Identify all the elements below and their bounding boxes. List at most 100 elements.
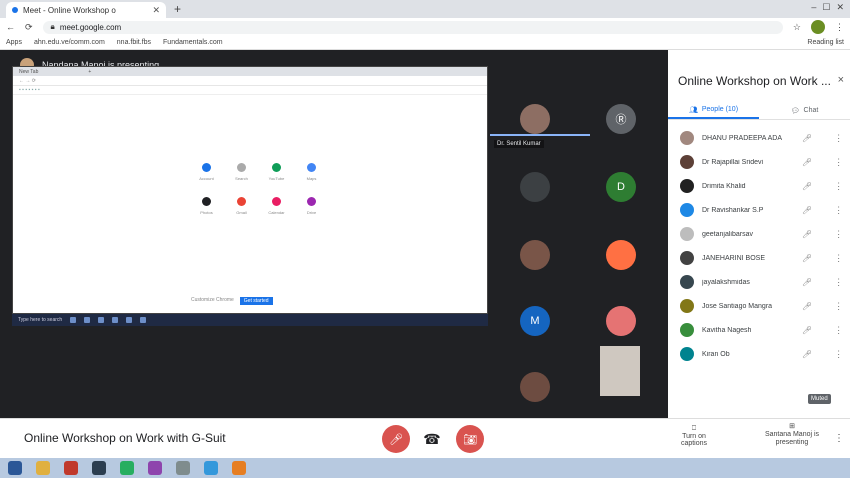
bookmark-3[interactable]: Fundamentals.com <box>163 39 223 46</box>
app-tile: Photos <box>189 197 224 215</box>
avatar <box>680 275 694 289</box>
participant-tile[interactable] <box>520 172 550 202</box>
more-options-icon[interactable]: ⋮ <box>834 253 843 264</box>
back-icon[interactable]: ← <box>6 22 15 32</box>
taskbar-icon <box>70 317 77 323</box>
star-icon[interactable]: ☆ <box>793 22 801 33</box>
shared-search-text: Type here to search <box>18 317 63 323</box>
more-options-icon[interactable]: ⋮ <box>834 301 843 312</box>
app-tile: Maps <box>294 163 329 181</box>
taskbar-icon <box>126 317 133 323</box>
maximize-button[interactable]: ☐ <box>822 2 830 13</box>
participant-tile[interactable] <box>606 306 636 336</box>
profile-avatar[interactable] <box>811 20 825 34</box>
avatar <box>680 179 694 193</box>
hang-up-button[interactable]: ☎ <box>418 425 446 453</box>
taskbar-app-icon[interactable] <box>64 461 78 475</box>
more-options-icon[interactable]: ⋮ <box>834 349 843 360</box>
close-icon[interactable]: × <box>838 74 844 86</box>
captions-button[interactable]: ⎕ Turn on captions <box>670 425 718 447</box>
list-item[interactable]: Dr Ravishankar S.P 🎤︎ ⋮ <box>668 198 850 222</box>
more-options-icon[interactable]: ⋮ <box>834 325 843 336</box>
taskbar-app-icon[interactable] <box>176 461 190 475</box>
list-item[interactable]: jayalakshmidas 🎤︎ ⋮ <box>668 270 850 294</box>
tab-title: Meet - Online Workshop o <box>23 5 116 15</box>
url-field[interactable]: 🔒︎ meet.google.com <box>42 20 783 34</box>
tab-people[interactable]: 👥︎ People (10) <box>668 102 759 119</box>
participant-tile[interactable]: D <box>606 172 636 202</box>
panel-title: Online Workshop on Work ... <box>678 74 831 88</box>
list-item[interactable]: Kavitha Nagesh 🎤︎ ⋮ <box>668 318 850 342</box>
taskbar-icon <box>98 317 105 323</box>
tab-chat[interactable]: 💬︎ Chat <box>759 102 850 119</box>
taskbar-app-icon[interactable] <box>120 461 134 475</box>
list-item[interactable]: JANEHARINI BOSE 🎤︎ ⋮ <box>668 246 850 270</box>
participant-tile[interactable] <box>520 104 550 134</box>
tile-label: Dr. Sentil Kumar <box>494 140 544 148</box>
people-icon: 👥︎ <box>688 106 698 114</box>
start-icon[interactable] <box>8 461 22 475</box>
participant-tile[interactable]: M <box>520 306 550 336</box>
taskbar-app-icon[interactable] <box>148 461 162 475</box>
window-controls: – ☐ ✕ <box>811 2 844 13</box>
presenter-button[interactable]: ⊞ Santana Manoj is presenting <box>760 423 824 447</box>
taskbar-app-icon[interactable] <box>92 461 106 475</box>
minimize-button[interactable]: – <box>811 2 816 13</box>
more-options-icon[interactable]: ⋮ <box>834 205 843 216</box>
app-icon <box>202 163 211 172</box>
avatar <box>680 203 694 217</box>
shared-tab: New Tab <box>19 68 39 75</box>
participant-tile[interactable]: Ⓡ <box>606 104 636 134</box>
meet-favicon-icon <box>12 7 18 13</box>
os-taskbar <box>0 458 850 478</box>
meeting-title: Online Workshop on Work with G-Suit <box>24 431 226 445</box>
participant-tile[interactable] <box>606 240 636 270</box>
list-item[interactable]: geetanjalibarsav 🎤︎ ⋮ <box>668 222 850 246</box>
mic-off-icon: 🎤︎ <box>802 205 813 215</box>
participant-tile[interactable] <box>520 372 550 402</box>
taskbar-app-icon[interactable] <box>232 461 246 475</box>
taskbar-app-icon[interactable] <box>36 461 50 475</box>
shared-new-tab: + <box>88 68 92 75</box>
menu-icon[interactable]: ⋮ <box>835 22 844 33</box>
taskbar-app-icon[interactable] <box>204 461 218 475</box>
app-icon <box>307 163 316 172</box>
reload-icon[interactable]: ⟳ <box>25 22 33 33</box>
close-window-button[interactable]: ✕ <box>836 2 844 13</box>
avatar <box>680 131 694 145</box>
mic-off-icon: 🎤︎ <box>802 301 813 311</box>
bookmark-1[interactable]: ahn.edu.ve/comm.com <box>34 39 105 46</box>
list-item[interactable]: Dr Rajapillai Sridevi 🎤︎ ⋮ <box>668 150 850 174</box>
participant-video[interactable] <box>600 346 640 396</box>
participant-tile[interactable] <box>520 240 550 270</box>
mic-off-icon: 🎤︎ <box>802 277 813 287</box>
mic-off-icon: 🎤︎ <box>802 133 813 143</box>
more-options-icon[interactable]: ⋮ <box>834 133 843 144</box>
bookmark-2[interactable]: nna.fbit.fbs <box>117 39 151 46</box>
more-options-icon[interactable]: ⋮ <box>834 229 843 240</box>
list-item[interactable]: Kiran Ob 🎤︎ ⋮ <box>668 342 850 366</box>
browser-tab-meet[interactable]: Meet - Online Workshop o ✕ <box>6 2 166 18</box>
mic-toggle-button[interactable]: 🎤︎ <box>382 425 410 453</box>
panel-tabs: 👥︎ People (10) 💬︎ Chat <box>668 102 850 120</box>
list-item[interactable]: Jose Santiago Mangra 🎤︎ ⋮ <box>668 294 850 318</box>
more-options-icon[interactable]: ⋮ <box>834 181 843 192</box>
more-options-icon[interactable]: ⋮ <box>834 433 844 444</box>
new-tab-button[interactable]: + <box>174 2 181 16</box>
camera-toggle-button[interactable]: 📷︎ <box>456 425 484 453</box>
more-options-icon[interactable]: ⋮ <box>834 277 843 288</box>
list-item[interactable]: Drimita Khalid 🎤︎ ⋮ <box>668 174 850 198</box>
mic-off-icon: 🎤︎ <box>802 253 813 263</box>
more-options-icon[interactable]: ⋮ <box>834 157 843 168</box>
tooltip: Muted <box>808 394 831 404</box>
bookmark-apps[interactable]: Apps <box>6 39 22 46</box>
app-icon <box>202 197 211 206</box>
avatar <box>680 299 694 313</box>
reading-list[interactable]: Reading list <box>807 39 844 46</box>
taskbar-icon <box>84 317 91 323</box>
shared-taskbar: Type here to search <box>12 314 488 326</box>
meet-bottom-bar: Online Workshop on Work with G-Suit 🎤︎ ☎… <box>0 418 850 458</box>
close-tab-icon[interactable]: ✕ <box>152 5 160 16</box>
lock-icon: 🔒︎ <box>50 22 55 31</box>
list-item[interactable]: DHANU PRADEEPA ADA 🎤︎ ⋮ <box>668 126 850 150</box>
